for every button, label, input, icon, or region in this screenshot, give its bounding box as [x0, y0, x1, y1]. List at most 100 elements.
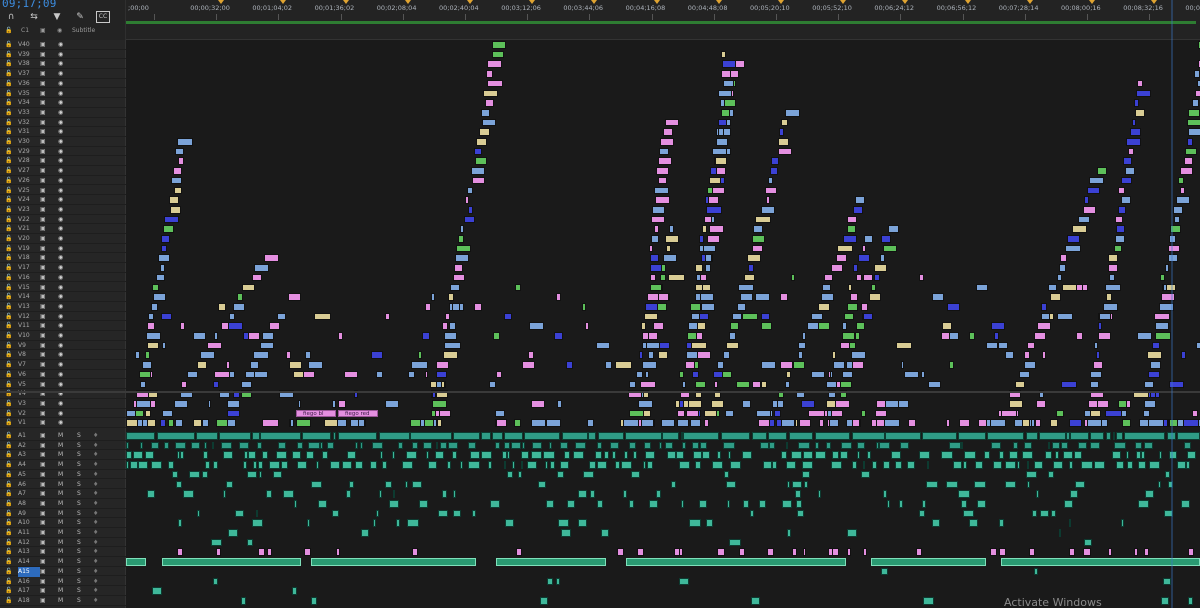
- audio-clip[interactable]: [752, 432, 768, 440]
- audio-clip[interactable]: [940, 451, 953, 460]
- video-clip[interactable]: [1134, 99, 1139, 107]
- video-clip[interactable]: [452, 302, 460, 311]
- video-track-header-v33[interactable]: 🔓 V33 ▣ ◉: [0, 108, 126, 118]
- video-clip[interactable]: [200, 351, 215, 360]
- eye-icon[interactable]: ◉: [58, 137, 63, 147]
- video-clip[interactable]: [160, 312, 173, 321]
- video-clip[interactable]: [793, 361, 806, 369]
- audio-clip[interactable]: [738, 548, 745, 557]
- voiceover-mic-icon[interactable]: ♦: [93, 431, 98, 441]
- video-clip[interactable]: [1153, 312, 1171, 321]
- audio-clip[interactable]: [921, 499, 926, 508]
- lock-icon[interactable]: 🔓: [5, 380, 12, 390]
- track-label[interactable]: V11: [18, 321, 40, 331]
- audio-clip[interactable]: [1044, 451, 1052, 460]
- audio-clip[interactable]: [418, 499, 428, 508]
- lock-icon[interactable]: 🔓: [5, 470, 12, 480]
- track-label[interactable]: V24: [18, 195, 40, 205]
- video-clip[interactable]: [1121, 419, 1132, 427]
- audio-clip[interactable]: [796, 499, 803, 508]
- video-clip[interactable]: [708, 196, 719, 204]
- video-clip[interactable]: [173, 186, 183, 195]
- video-clip[interactable]: [751, 244, 763, 253]
- audio-clip[interactable]: [847, 529, 858, 537]
- toggle-sync-icon[interactable]: ▣: [40, 215, 46, 225]
- lock-icon[interactable]: 🔓: [5, 509, 12, 519]
- video-clip[interactable]: [650, 235, 660, 243]
- video-clip[interactable]: [615, 361, 633, 369]
- video-clip[interactable]: [904, 370, 919, 379]
- audio-clip[interactable]: [1114, 441, 1126, 450]
- audio-clip[interactable]: [958, 490, 970, 498]
- audio-clip[interactable]: [1145, 490, 1155, 498]
- lock-icon[interactable]: 🔓: [5, 98, 12, 108]
- video-clip[interactable]: [1072, 225, 1088, 233]
- audio-clip[interactable]: [798, 441, 810, 450]
- lock-icon[interactable]: 🔓: [5, 108, 12, 118]
- audio-clip[interactable]: [1081, 461, 1093, 469]
- video-clip[interactable]: [874, 273, 880, 282]
- audio-clip[interactable]: [564, 451, 571, 460]
- video-clip[interactable]: [425, 302, 432, 311]
- audio-track-header-a6[interactable]: 🔓 A6 ▣ M S ♦: [0, 480, 126, 490]
- audio-clip[interactable]: [1141, 451, 1145, 460]
- audio-clip[interactable]: [248, 451, 256, 460]
- solo-button[interactable]: S: [77, 586, 81, 596]
- video-clip[interactable]: [863, 235, 874, 243]
- audio-track-header-a5[interactable]: 🔓 A5 ▣ M S ♦: [0, 470, 126, 480]
- audio-clip[interactable]: [1186, 461, 1190, 469]
- lock-icon[interactable]: 🔓: [5, 79, 12, 89]
- video-clip[interactable]: [1057, 273, 1063, 282]
- voiceover-mic-icon[interactable]: ♦: [93, 489, 98, 499]
- lock-icon[interactable]: 🔓: [5, 518, 12, 528]
- audio-clip[interactable]: [480, 432, 491, 440]
- video-clip[interactable]: [729, 332, 736, 340]
- video-clip[interactable]: [861, 244, 867, 253]
- audio-clip[interactable]: [861, 470, 870, 479]
- video-track-header-v32[interactable]: 🔓 V32 ▣ ◉: [0, 118, 126, 128]
- video-clip[interactable]: [418, 351, 422, 360]
- video-clip[interactable]: [1078, 215, 1091, 224]
- video-clip[interactable]: [715, 409, 721, 418]
- audio-clip[interactable]: [795, 490, 801, 498]
- video-clip[interactable]: [1087, 186, 1100, 195]
- track-label[interactable]: A1: [18, 431, 40, 441]
- video-clip[interactable]: [998, 341, 1009, 350]
- audio-clip[interactable]: [1012, 441, 1018, 450]
- audio-clip[interactable]: [162, 558, 301, 566]
- video-clip[interactable]: [385, 312, 391, 321]
- audio-clip[interactable]: [255, 509, 259, 518]
- track-label[interactable]: A10: [18, 518, 40, 528]
- video-clip[interactable]: [700, 302, 716, 311]
- video-clip[interactable]: [908, 419, 916, 427]
- video-clip[interactable]: [1152, 341, 1161, 350]
- video-clip[interactable]: [799, 419, 811, 427]
- audio-clip[interactable]: [991, 441, 1002, 450]
- audio-clip[interactable]: [758, 499, 766, 508]
- video-clip[interactable]: [830, 370, 834, 379]
- audio-clip[interactable]: [549, 461, 555, 469]
- video-clip[interactable]: [832, 361, 846, 369]
- audio-clip[interactable]: [802, 451, 813, 460]
- audio-clip[interactable]: [471, 509, 477, 518]
- audio-clip[interactable]: [725, 480, 737, 489]
- audio-clip[interactable]: [1021, 451, 1034, 460]
- sequence-marker[interactable]: [1026, 0, 1033, 4]
- audio-clip[interactable]: [212, 441, 215, 450]
- video-clip[interactable]: [422, 332, 430, 340]
- audio-track-header-a2[interactable]: 🔓 A2 ▣ M S ♦: [0, 441, 126, 451]
- video-clip[interactable]: [173, 399, 189, 408]
- track-label[interactable]: V3: [18, 399, 40, 409]
- video-clip[interactable]: [858, 254, 870, 263]
- video-track-header-v2[interactable]: 🔓 V2 ▣ ◉: [0, 409, 126, 419]
- audio-clip[interactable]: [723, 441, 735, 450]
- audio-clip[interactable]: [1108, 548, 1113, 557]
- track-label[interactable]: V16: [18, 273, 40, 283]
- video-clip[interactable]: [760, 205, 776, 214]
- toggle-sync-icon[interactable]: ▣: [40, 283, 46, 293]
- sequence-marker[interactable]: [218, 0, 225, 4]
- audio-clip[interactable]: [1032, 509, 1037, 518]
- video-clip[interactable]: [148, 312, 155, 321]
- solo-button[interactable]: S: [77, 577, 81, 587]
- audio-clip[interactable]: [532, 441, 542, 450]
